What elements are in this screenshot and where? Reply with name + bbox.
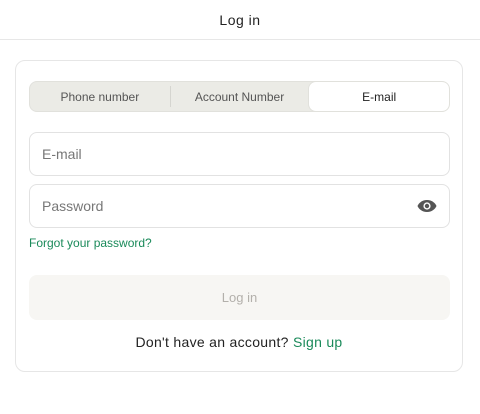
- page-title: Log in: [219, 11, 261, 28]
- password-field-container: [29, 184, 450, 228]
- password-input[interactable]: [42, 198, 417, 214]
- tab-phone-number[interactable]: Phone number: [30, 82, 170, 111]
- login-card: Phone number Account Number E-mail Forgo…: [15, 60, 463, 372]
- tab-account-number[interactable]: Account Number: [169, 82, 310, 111]
- signup-link[interactable]: Sign up: [293, 334, 343, 350]
- signup-prompt: Don't have an account?: [135, 334, 289, 350]
- tab-email[interactable]: E-mail: [308, 82, 449, 111]
- login-button[interactable]: Log in: [29, 275, 450, 320]
- email-field-container: [29, 132, 450, 176]
- email-input[interactable]: [42, 146, 437, 162]
- forgot-password-link[interactable]: Forgot your password?: [29, 236, 152, 250]
- signup-row: Don't have an account? Sign up: [16, 334, 462, 350]
- login-method-tabs: Phone number Account Number E-mail: [29, 81, 450, 112]
- page-header: Log in: [0, 0, 480, 40]
- eye-icon[interactable]: [417, 196, 437, 216]
